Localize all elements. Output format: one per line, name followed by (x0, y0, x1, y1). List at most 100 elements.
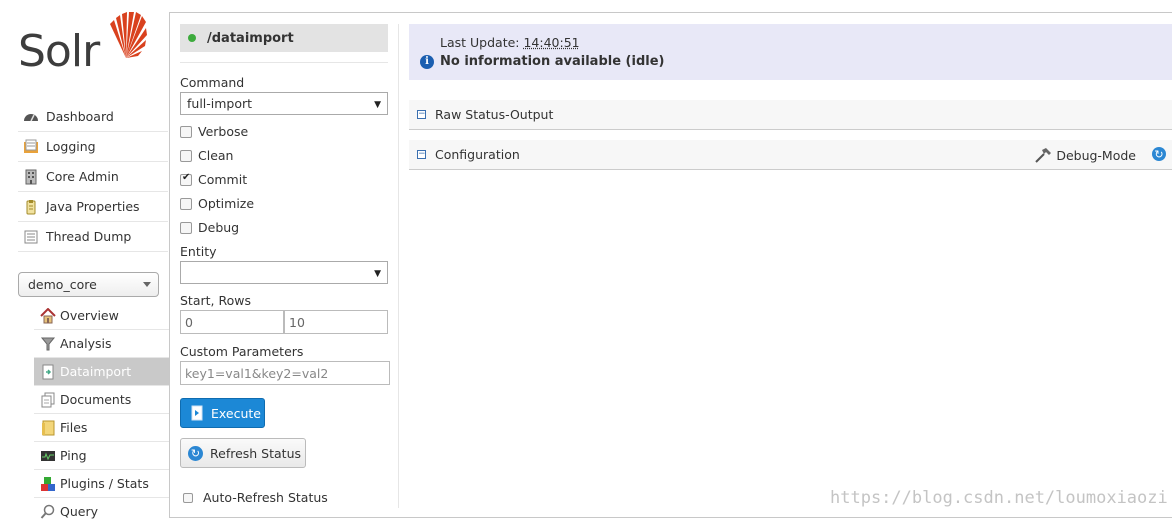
search-icon (40, 504, 56, 520)
dashboard-icon (23, 109, 41, 125)
filter-icon (40, 336, 56, 352)
home-icon (40, 307, 56, 324)
checkbox-label: Optimize (198, 196, 255, 211)
checkbox-box-checked (180, 172, 192, 186)
core-nav-label: Dataimport (60, 364, 132, 379)
core-selector-value: demo_core (28, 277, 97, 292)
nav-label: Core Admin (46, 169, 119, 184)
core-nav-label: Overview (60, 308, 119, 323)
checkbox-label: Debug (198, 220, 240, 235)
nav-dashboard[interactable]: Dashboard (18, 102, 168, 132)
execute-label: Execute (211, 405, 261, 421)
nav-label: Thread Dump (46, 229, 132, 244)
ping-icon (40, 448, 56, 464)
solr-logo[interactable]: Solr (16, 10, 156, 80)
dropdown-arrow-icon: ▼ (374, 269, 381, 279)
dropdown-arrow-icon: ▼ (374, 100, 381, 110)
dataimport-icon (40, 364, 56, 380)
checkbox-label: Clean (198, 148, 234, 163)
start-input[interactable]: 0 (180, 310, 284, 334)
main-nav: Dashboard Logging Core Admin Java Proper… (18, 102, 168, 252)
debug-mode-label: Debug-Mode (1056, 147, 1136, 163)
status-panel: Last Update: 14:40:51 i No information a… (409, 24, 1172, 80)
refresh-status-button[interactable]: ↻ Refresh Status (180, 438, 306, 468)
last-update-label: Last Update: (440, 35, 520, 50)
core-nav-dataimport[interactable]: Dataimport (34, 358, 169, 386)
nav-java-properties[interactable]: Java Properties (18, 192, 168, 222)
logging-icon (23, 139, 41, 155)
core-nav-label: Analysis (60, 336, 112, 351)
collapse-icon: − (417, 149, 426, 159)
custom-params-label: Custom Parameters (180, 344, 304, 359)
core-nav-documents[interactable]: Documents (34, 386, 169, 414)
nav-core-admin[interactable]: Core Admin (18, 162, 168, 192)
command-value: full-import (187, 96, 253, 111)
core-nav: Overview Analysis Dataimport Documents F… (34, 302, 169, 520)
clean-checkbox[interactable]: Clean (180, 148, 233, 163)
core-selector[interactable]: demo_core (18, 272, 159, 297)
column-divider (398, 24, 399, 508)
checkbox-label: Commit (198, 172, 248, 187)
status-message: i No information available (idle) (420, 54, 664, 69)
core-nav-label: Files (60, 420, 88, 435)
documents-icon (40, 392, 56, 408)
start-rows-label: Start, Rows (180, 293, 251, 308)
start-value: 0 (185, 314, 193, 330)
nav-thread-dump[interactable]: Thread Dump (18, 222, 168, 252)
divider (180, 62, 388, 63)
watermark: https://blog.csdn.net/loumoxiaozi (830, 488, 1168, 508)
execute-icon (191, 405, 203, 421)
checkbox-box (180, 125, 192, 138)
custom-params-input[interactable]: key1=val1&key2=val2 (180, 361, 390, 385)
core-nav-plugins-stats[interactable]: Plugins / Stats (34, 470, 169, 498)
command-select[interactable]: full-import ▼ (180, 92, 388, 115)
checkbox-box (183, 492, 193, 503)
folder-icon (40, 420, 56, 436)
raw-status-output-label: Raw Status-Output (435, 107, 554, 122)
commit-checkbox[interactable]: Commit (180, 172, 247, 187)
debug-mode-button[interactable]: Debug-Mode (1034, 147, 1136, 163)
execute-button[interactable]: Execute (180, 398, 265, 428)
plugins-icon (40, 476, 56, 492)
nav-label: Java Properties (46, 199, 140, 214)
collapse-icon: − (417, 109, 426, 119)
core-nav-files[interactable]: Files (34, 414, 169, 442)
reload-config-icon[interactable]: ↻ (1152, 147, 1166, 161)
rows-input[interactable]: 10 (284, 310, 388, 334)
entity-select[interactable]: ▼ (180, 261, 388, 284)
hammer-icon (1035, 148, 1052, 163)
entity-label: Entity (180, 244, 217, 259)
core-nav-label: Plugins / Stats (60, 476, 149, 491)
core-nav-overview[interactable]: Overview (34, 302, 169, 330)
core-nav-ping[interactable]: Ping (34, 442, 169, 470)
debug-checkbox[interactable]: Debug (180, 220, 239, 235)
core-nav-label: Ping (60, 448, 87, 463)
raw-status-output-toggle[interactable]: − Raw Status-Output (409, 100, 1172, 130)
chevron-down-icon (143, 282, 151, 287)
thread-dump-icon (23, 229, 41, 245)
logo-text: Solr (18, 26, 100, 77)
checkbox-box (180, 221, 192, 234)
custom-params-placeholder: key1=val1&key2=val2 (185, 365, 329, 381)
java-properties-icon (23, 199, 41, 215)
checkbox-label: Verbose (198, 124, 249, 139)
configuration-toggle[interactable]: − Configuration Debug-Mode ↻ (409, 140, 1172, 170)
nav-logging[interactable]: Logging (18, 132, 168, 162)
status-dot-icon (188, 34, 196, 42)
verbose-checkbox[interactable]: Verbose (180, 124, 248, 139)
core-nav-query[interactable]: Query (34, 498, 169, 520)
command-label: Command (180, 75, 245, 90)
nav-label: Logging (46, 139, 96, 154)
checkbox-box (180, 149, 192, 162)
handler-header: /dataimport (180, 24, 388, 52)
optimize-checkbox[interactable]: Optimize (180, 196, 254, 211)
checkbox-box (180, 197, 192, 210)
core-nav-label: Documents (60, 392, 132, 407)
core-nav-analysis[interactable]: Analysis (34, 330, 169, 358)
auto-refresh-checkbox[interactable]: Auto-Refresh Status (183, 490, 328, 505)
info-icon: i (420, 54, 434, 69)
core-nav-label: Query (60, 504, 98, 519)
configuration-label: Configuration (435, 147, 520, 162)
refresh-status-label: Refresh Status (210, 445, 302, 461)
last-update-time: 14:40:51 (523, 35, 580, 50)
